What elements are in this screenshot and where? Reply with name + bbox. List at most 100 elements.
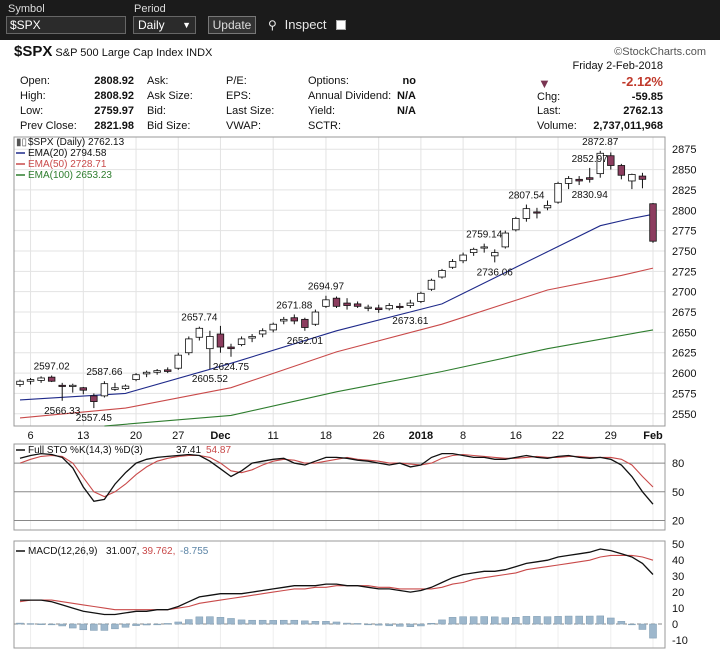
candle-body [132, 374, 140, 380]
ema50-legend: EMA(50) 2728.71 [28, 159, 107, 170]
candle [142, 370, 151, 378]
candle [16, 379, 24, 387]
macd-histogram-bar [543, 616, 552, 625]
candle-body [396, 305, 404, 308]
candle-body [237, 338, 246, 345]
candle-body [37, 377, 45, 381]
price-annotation: 2671.88 [276, 300, 313, 311]
macd-histogram-bar [58, 623, 66, 627]
candle-body [480, 246, 488, 249]
price-tick-label: 2600 [672, 368, 696, 380]
macd-histogram-bar [322, 621, 330, 625]
price-annotation: 2597.02 [34, 362, 71, 373]
date-tick-label: 18 [320, 430, 332, 442]
candle-body [491, 252, 499, 257]
macd-histogram-bar [533, 616, 541, 625]
candle-body [406, 302, 415, 306]
macd-tick-label: 10 [672, 603, 684, 615]
macd-histogram-bar [301, 620, 309, 625]
chart-canvas[interactable]: 2597.022587.662566.332557.452657.742605.… [0, 0, 720, 650]
macd-histogram-bar [248, 619, 256, 625]
candle-body [427, 279, 436, 290]
price-annotation: 2624.75 [213, 362, 250, 373]
candle [543, 200, 552, 211]
macd-histogram-bar [237, 619, 246, 625]
candle [406, 299, 415, 308]
candle-body [163, 369, 172, 372]
candle-body [385, 305, 393, 310]
date-tick-label: 22 [552, 430, 564, 442]
candle [607, 152, 615, 170]
candle-body [438, 270, 446, 278]
gridlines [14, 137, 665, 648]
price-annotation: 2587.66 [86, 367, 123, 378]
candle-body [174, 354, 182, 369]
candle [311, 309, 320, 326]
macd-histogram-bar [174, 621, 182, 625]
macd-panel-frame [13, 540, 666, 649]
macd-histogram-bar [438, 619, 446, 625]
candle [448, 259, 457, 269]
ema20-legend: EMA(20) 2794.58 [28, 148, 107, 159]
macd-histogram-bar [522, 616, 531, 625]
candle [90, 393, 98, 409]
macd-histogram-value: -8.755 [180, 546, 209, 557]
macd-tick-label: 30 [672, 571, 684, 583]
sto-d-value: 54.87 [206, 445, 231, 456]
candle-body [543, 204, 552, 209]
macd-histogram-bar [469, 616, 478, 625]
candle [396, 303, 404, 310]
date-tick-label: 16 [510, 430, 522, 442]
price-annotation: 2673.61 [392, 316, 429, 327]
macd-histogram-bar [459, 616, 467, 625]
candle-body [206, 336, 214, 350]
candle [364, 304, 372, 312]
candle [385, 303, 393, 311]
macd-histogram-bar [69, 623, 77, 629]
legends: ▮▯ $SPX (Daily) 2762.13EMA(20) 2794.58EMA… [16, 137, 231, 557]
price-annotation: 2657.74 [181, 313, 218, 324]
macd-histogram-bar [280, 619, 288, 625]
macd-histogram-bar [406, 623, 415, 628]
macd-histogram-bar [195, 616, 204, 625]
date-tick-label: 2018 [409, 430, 433, 442]
candle [258, 328, 267, 338]
macd-histogram-bar [427, 622, 436, 625]
macd-histogram-bar [649, 623, 657, 639]
candle [100, 381, 109, 398]
macd-histogram-bar [163, 623, 172, 625]
sto-k-value: 37.41 [176, 445, 201, 456]
date-tick-label: 20 [130, 430, 142, 442]
candle-body [69, 384, 77, 387]
candle-body [554, 183, 562, 203]
candle [512, 216, 520, 232]
candle [111, 382, 119, 391]
macd-histogram-bar [290, 619, 299, 625]
candle-body [258, 330, 267, 335]
macd-histogram-bar [258, 619, 267, 625]
candle-body [353, 303, 362, 307]
candle [153, 369, 161, 375]
candle [69, 383, 77, 393]
candle-body [564, 178, 573, 184]
candle-body [617, 165, 626, 176]
macd-histogram-bar [121, 623, 130, 628]
candle-body [58, 384, 66, 387]
candle-body [142, 371, 151, 375]
candle-body [332, 297, 341, 307]
candle-body [248, 336, 256, 339]
macd-histogram-bar [617, 621, 626, 625]
macd-histogram-bar [332, 621, 341, 625]
macd-histogram-bar [396, 623, 404, 627]
price-annotation: 2557.45 [76, 413, 113, 424]
candle-body [195, 327, 204, 338]
candle [638, 172, 647, 189]
date-tick-label: 29 [605, 430, 617, 442]
macd-histogram-bar [16, 622, 24, 625]
candle-body [469, 248, 478, 253]
sto-tick-label: 50 [672, 487, 684, 499]
candle [469, 247, 478, 256]
candle-body [417, 292, 425, 302]
candle-body [311, 311, 320, 325]
price-tick-label: 2700 [672, 287, 696, 299]
